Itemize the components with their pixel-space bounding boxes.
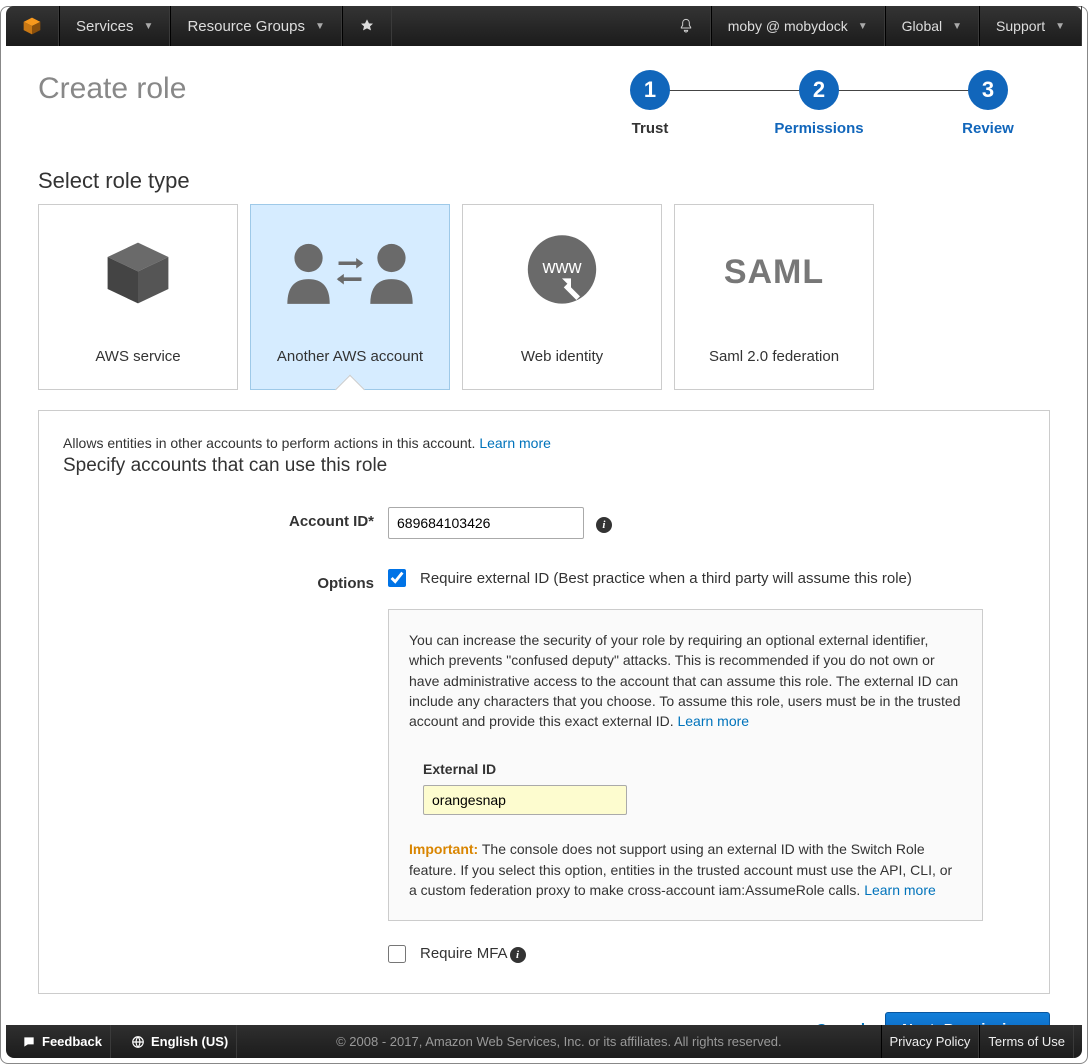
external-id-input[interactable] [423,785,627,815]
footer-feedback-label: Feedback [42,1034,102,1049]
nav-services[interactable]: Services ▼ [59,6,170,46]
card-web-identity[interactable]: www Web identity [462,204,662,390]
footer-copyright: © 2008 - 2017, Amazon Web Services, Inc.… [237,1034,880,1049]
nav-region-label: Global [902,18,942,34]
nav-support[interactable]: Support ▼ [979,6,1082,46]
footer-language[interactable]: English (US) [123,1025,237,1058]
nav-pin[interactable] [342,6,392,46]
globe-icon [131,1035,145,1049]
nav-services-label: Services [76,18,134,35]
step-label: Permissions [774,120,863,137]
saml-icon: SAML [724,205,824,340]
require-mfa-label: Require MFAi [420,945,526,963]
role-type-cards: AWS service Another AWS account [38,204,1050,390]
card-aws-service[interactable]: AWS service [38,204,238,390]
footer-terms-label: Terms of Use [988,1034,1065,1049]
step-circle: 1 [630,70,670,110]
learn-more-link[interactable]: Learn more [677,713,749,729]
card-label: Web identity [521,348,603,365]
info-icon[interactable]: i [510,947,526,963]
nav-resource-groups[interactable]: Resource Groups ▼ [170,6,341,46]
learn-more-link[interactable]: Learn more [864,882,936,898]
pin-icon [359,18,375,34]
step-trust[interactable]: 1 Trust [600,70,700,137]
card-saml[interactable]: SAML Saml 2.0 federation [674,204,874,390]
footer-privacy[interactable]: Privacy Policy [881,1025,980,1058]
important-label: Important: [409,841,478,857]
svg-text:www: www [542,257,583,277]
chat-icon [22,1035,36,1049]
card-another-account[interactable]: Another AWS account [250,204,450,390]
card-label: Another AWS account [277,348,423,365]
external-id-help-text: You can increase the security of your ro… [409,630,962,731]
nav-region[interactable]: Global ▼ [885,6,979,46]
top-navbar: Services ▼ Resource Groups ▼ moby @ moby… [6,6,1082,46]
trust-panel: Allows entities in other accounts to per… [38,410,1050,994]
info-icon[interactable]: i [596,517,612,533]
panel-desc-text: Allows entities in other accounts to per… [63,435,479,451]
footer-feedback[interactable]: Feedback [14,1025,111,1058]
step-review[interactable]: 3 Review [938,70,1038,137]
card-label: AWS service [95,348,180,365]
wizard-stepper: 1 Trust 2 Permissions 3 Review [600,70,1038,137]
cube-icon [22,16,42,36]
aws-logo[interactable] [6,6,59,46]
require-external-id-checkbox[interactable] [388,569,406,587]
step-label: Review [962,120,1014,137]
nav-notifications[interactable] [662,6,711,46]
nav-resource-groups-label: Resource Groups [187,18,305,35]
nav-user[interactable]: moby @ mobydock ▼ [711,6,885,46]
card-label: Saml 2.0 federation [709,348,839,365]
users-exchange-icon [275,205,425,340]
step-permissions[interactable]: 2 Permissions [769,70,869,137]
bell-icon [678,18,694,34]
section-title: Select role type [38,168,1050,194]
require-mfa-checkbox[interactable] [388,945,406,963]
account-id-input[interactable] [388,507,584,539]
caret-down-icon: ▼ [858,21,868,32]
options-label: Options [63,569,388,592]
panel-description: Allows entities in other accounts to per… [63,435,1025,451]
step-circle: 3 [968,70,1008,110]
caret-down-icon: ▼ [952,21,962,32]
require-mfa-row: Require MFAi [388,945,1025,963]
panel-subtitle: Specify accounts that can use this role [63,455,1025,477]
important-note: Important: The console does not support … [409,839,962,900]
caret-down-icon: ▼ [315,21,325,32]
options-row: Options Require external ID (Best practi… [63,569,1025,963]
external-id-box: You can increase the security of your ro… [388,609,983,921]
require-external-id-label: Require external ID (Best practice when … [420,570,912,587]
nav-user-label: moby @ mobydock [728,18,848,34]
footer-bar: Feedback English (US) © 2008 - 2017, Ama… [6,1025,1082,1058]
external-id-label: External ID [423,761,962,777]
account-id-label: Account ID* [63,507,388,530]
account-id-row: Account ID* i [63,507,1025,539]
footer-terms[interactable]: Terms of Use [979,1025,1074,1058]
step-label: Trust [632,120,669,137]
step-circle: 2 [799,70,839,110]
learn-more-link[interactable]: Learn more [479,435,551,451]
box-icon [98,205,178,340]
caret-down-icon: ▼ [1055,21,1065,32]
footer-privacy-label: Privacy Policy [890,1034,971,1049]
www-icon: www [517,205,607,340]
footer-language-label: English (US) [151,1034,228,1049]
caret-down-icon: ▼ [144,21,154,32]
nav-support-label: Support [996,18,1045,34]
